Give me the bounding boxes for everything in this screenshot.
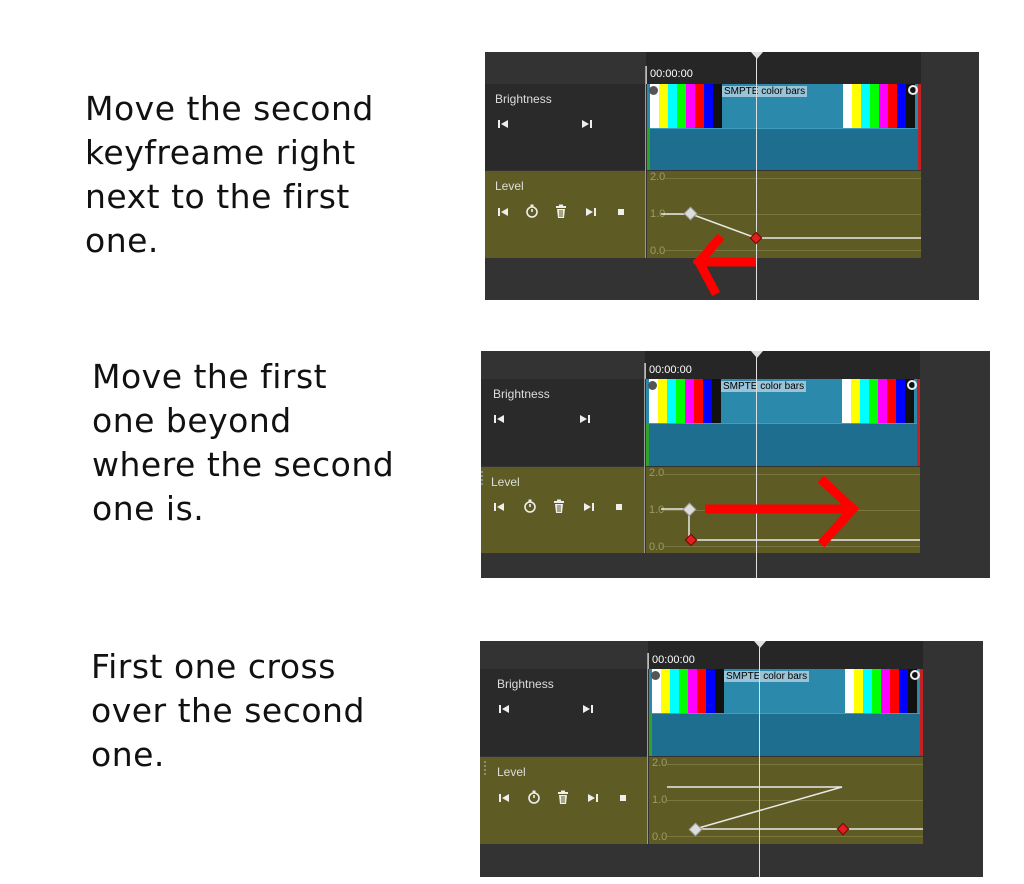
caption-line: one. — [91, 735, 165, 774]
keyframe-overlay — [661, 206, 921, 297]
caption-line: next to the first — [85, 177, 350, 216]
caption-line: First one cross — [91, 647, 336, 686]
keyframe-2-icon — [749, 231, 763, 245]
caption-line: keyfreame right — [85, 133, 356, 172]
caption-line: Move the second — [85, 89, 374, 128]
arrow-right-icon — [705, 475, 860, 548]
keyframe-2-icon — [684, 533, 698, 547]
caption-line: Move the first — [92, 357, 328, 396]
caption-line: one. — [85, 221, 159, 260]
keyframe-overlay — [667, 786, 923, 837]
timeline-panel-1: 00:00:00 Brightness SMPTE color bars Lev… — [485, 52, 979, 300]
keyframe-1-icon — [682, 502, 697, 517]
arrow-left-icon — [692, 233, 756, 297]
caption-line: where the second — [92, 445, 395, 484]
step-2-caption: Move the first one beyond where the seco… — [92, 355, 394, 531]
caption-line: one beyond — [92, 401, 292, 440]
timeline-panel-2: 00:00:00 Brightness SMPTE color bars Lev… — [481, 351, 990, 578]
step-1-caption: Move the second keyfreame right next to … — [85, 87, 374, 263]
step-3-caption: First one cross over the second one. — [91, 645, 365, 777]
caption-line: one is. — [92, 489, 205, 528]
timeline-panel-3: 00:00:00 Brightness SMPTE color bars Lev… — [480, 641, 983, 877]
keyframe-1-icon — [683, 206, 698, 221]
keyframe-1-icon — [688, 822, 703, 837]
keyframe-2-icon — [836, 822, 850, 836]
keyframe-overlay — [661, 475, 920, 548]
caption-line: over the second — [91, 691, 365, 730]
